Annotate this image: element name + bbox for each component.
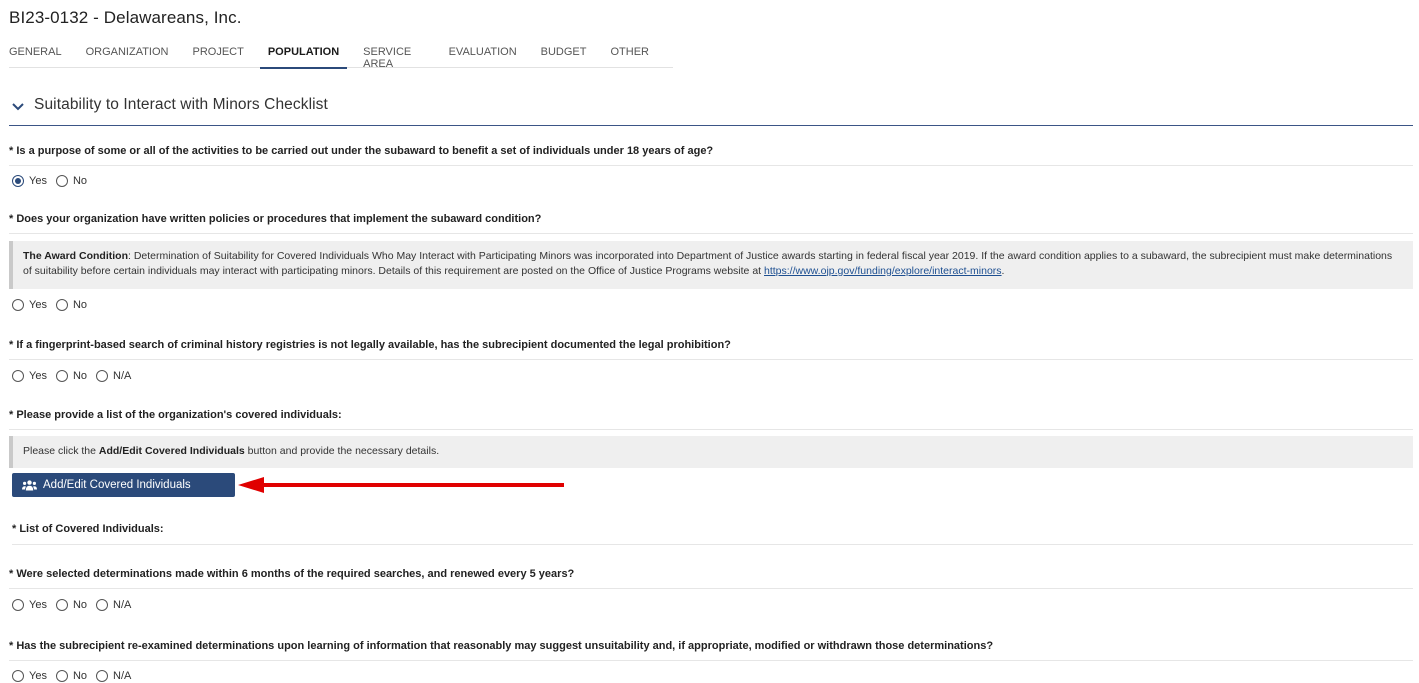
tab-population[interactable]: POPULATION <box>259 42 348 69</box>
radio-unchecked-icon <box>55 175 68 187</box>
tab-general[interactable]: GENERAL <box>9 42 62 68</box>
radio-group-reexamined-determinations: Yes No N/A <box>12 670 140 682</box>
radio-no[interactable]: No <box>55 175 87 187</box>
radio-na[interactable]: N/A <box>96 370 131 382</box>
list-covered-individuals-label: * List of Covered Individuals: <box>12 523 1413 545</box>
page-title: BI23-0132 - Delawareans, Inc. <box>9 8 242 27</box>
covered-individuals-note: Please click the Add/Edit Covered Indivi… <box>9 436 1413 468</box>
question-reexamined-determinations: * Has the subrecipient re-examined deter… <box>9 640 1413 661</box>
radio-na[interactable]: N/A <box>96 670 131 682</box>
radio-yes[interactable]: Yes <box>12 299 47 311</box>
radio-no[interactable]: No <box>55 670 87 682</box>
radio-no[interactable]: No <box>55 599 87 611</box>
radio-yes[interactable]: Yes <box>12 599 47 611</box>
radio-yes[interactable]: Yes <box>12 370 47 382</box>
tab-evaluation[interactable]: EVALUATION <box>449 42 517 68</box>
tab-service-area[interactable]: SERVICE AREA <box>363 42 424 70</box>
question-written-policies: * Does your organization have written po… <box>9 213 1413 234</box>
radio-unchecked-icon <box>55 370 68 382</box>
radio-group-minors-purpose: Yes No <box>12 175 96 187</box>
radio-unchecked-icon <box>96 370 109 382</box>
chevron-down-icon <box>12 103 24 111</box>
tab-organization[interactable]: ORGANIZATION <box>86 42 169 68</box>
radio-unchecked-icon <box>55 670 68 682</box>
tab-budget[interactable]: BUDGET <box>541 42 587 68</box>
radio-unchecked-icon <box>12 670 24 682</box>
question-covered-individuals: * Please provide a list of the organizat… <box>9 409 1413 430</box>
radio-unchecked-icon <box>55 599 68 611</box>
annotation-arrow-icon <box>238 477 564 493</box>
radio-unchecked-icon <box>96 599 109 611</box>
radio-yes[interactable]: Yes <box>12 670 47 682</box>
section-header-toggle[interactable]: Suitability to Interact with Minors Chec… <box>9 96 1413 126</box>
radio-group-determinations-timing: Yes No N/A <box>12 599 140 611</box>
radio-unchecked-icon <box>55 299 68 311</box>
radio-na[interactable]: N/A <box>96 599 131 611</box>
add-edit-button-label: Add/Edit Covered Individuals <box>43 479 191 491</box>
question-determinations-timing: * Were selected determinations made with… <box>9 568 1413 589</box>
users-icon <box>22 479 37 490</box>
radio-unchecked-icon <box>12 370 24 382</box>
question-minors-purpose: * Is a purpose of some or all of the act… <box>9 145 1413 166</box>
interact-minors-link[interactable]: https://www.ojp.gov/funding/explore/inte… <box>764 265 1002 277</box>
radio-unchecked-icon <box>96 670 109 682</box>
add-edit-covered-individuals-button[interactable]: Add/Edit Covered Individuals <box>12 473 235 497</box>
radio-yes[interactable]: Yes <box>12 175 47 187</box>
radio-no[interactable]: No <box>55 370 87 382</box>
award-condition-label: The Award Condition <box>23 250 128 262</box>
radio-group-fingerprint-search: Yes No N/A <box>12 370 140 382</box>
radio-group-written-policies: Yes No <box>12 299 96 311</box>
tab-project[interactable]: PROJECT <box>193 42 244 68</box>
radio-checked-icon <box>12 175 24 187</box>
question-fingerprint-search: * If a fingerprint-based search of crimi… <box>9 339 1413 360</box>
tab-bar: GENERAL ORGANIZATION PROJECT POPULATION … <box>9 42 673 70</box>
award-condition-note: The Award Condition: Determination of Su… <box>9 241 1413 289</box>
award-condition-text: : Determination of Suitability for Cover… <box>23 250 1393 277</box>
radio-no[interactable]: No <box>55 299 87 311</box>
radio-unchecked-icon <box>12 599 24 611</box>
tab-other[interactable]: OTHER <box>611 42 650 68</box>
radio-unchecked-icon <box>12 299 24 311</box>
section-title: Suitability to Interact with Minors Chec… <box>34 96 328 113</box>
